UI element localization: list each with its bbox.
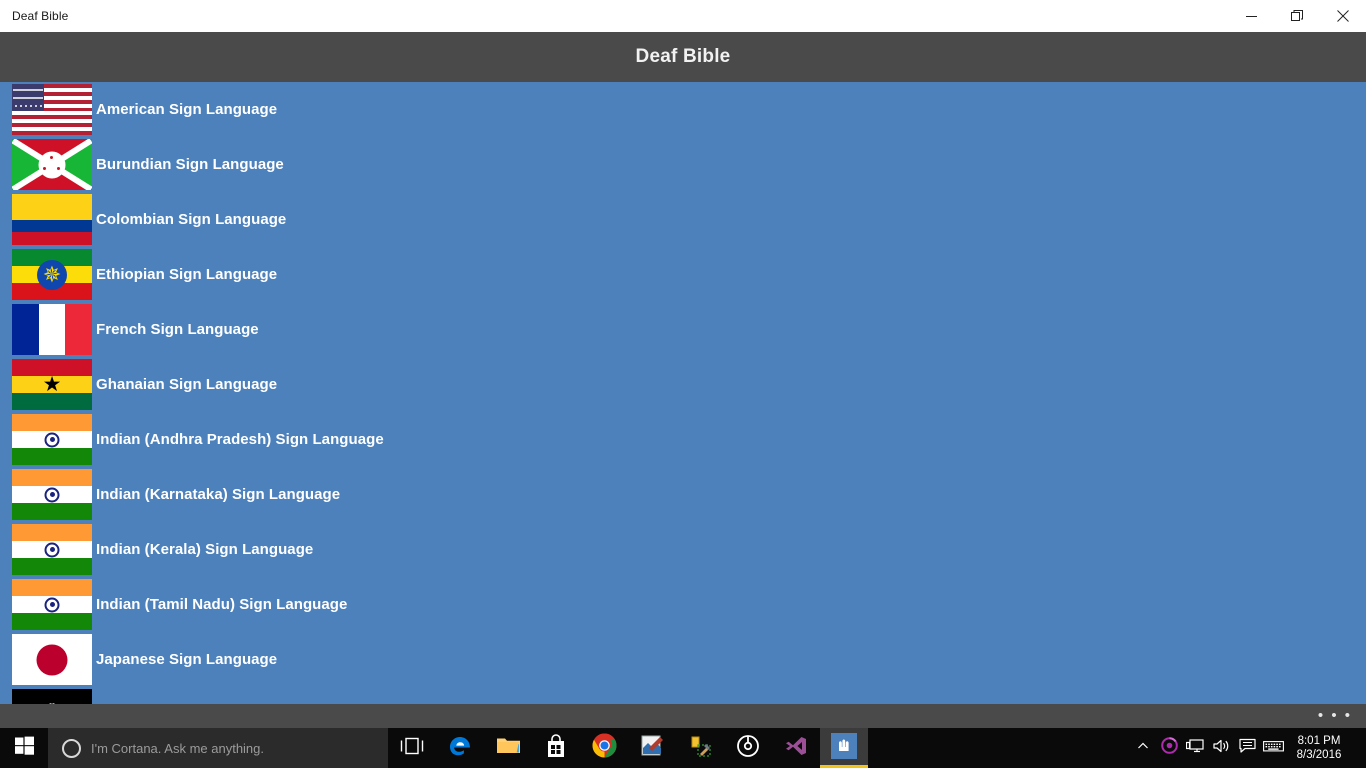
taskbar-icons [388, 728, 868, 768]
maximize-button[interactable] [1274, 0, 1320, 32]
close-icon [1337, 10, 1349, 22]
taskbar-item-deaf-bible-app[interactable] [820, 728, 868, 768]
minimize-button[interactable] [1228, 0, 1274, 32]
list-item-label: Indian (Kerala) Sign Language [96, 541, 314, 558]
flag-united-states-icon [12, 84, 92, 135]
close-button[interactable] [1320, 0, 1366, 32]
list-item[interactable] [0, 687, 1366, 704]
windows-logo-icon [14, 736, 34, 760]
build-tools-icon [688, 734, 712, 763]
folder-icon [496, 735, 521, 761]
windows-taskbar[interactable]: I'm Cortana. Ask me anything. 8:01 PM 8/… [0, 728, 1366, 768]
list-item[interactable]: Colombian Sign Language [0, 192, 1366, 247]
system-tray: 8:01 PM 8/3/2016 [1130, 728, 1366, 768]
paint-icon [640, 734, 664, 763]
flag-burundi-icon [12, 139, 92, 190]
window-title: Deaf Bible [12, 9, 69, 23]
language-list-scroll-area[interactable]: American Sign Language Burundian Sign La… [0, 82, 1366, 704]
flag-ethiopia-icon: ✵ [12, 249, 92, 300]
tray-icon-sync-app[interactable] [1156, 728, 1182, 768]
list-item[interactable]: Burundian Sign Language [0, 137, 1366, 192]
list-item[interactable]: American Sign Language [0, 82, 1366, 137]
flag-india-icon [12, 414, 92, 465]
app-header: Deaf Bible [0, 32, 1366, 82]
chrome-icon [592, 733, 617, 763]
list-item[interactable]: Indian (Andhra Pradesh) Sign Language [0, 412, 1366, 467]
list-item-label: Ghanaian Sign Language [96, 376, 278, 393]
clock-time: 8:01 PM [1297, 735, 1341, 747]
chevron-up-icon [1137, 739, 1149, 757]
cortana-search-box[interactable]: I'm Cortana. Ask me anything. [48, 728, 388, 768]
restore-icon [1291, 10, 1303, 22]
taskbar-item-circle-app[interactable] [724, 728, 772, 768]
cortana-ring-icon [62, 738, 81, 758]
tray-icon-network[interactable] [1182, 728, 1208, 768]
list-item-label: Ethiopian Sign Language [96, 266, 278, 283]
list-item-label: Indian (Karnataka) Sign Language [96, 486, 341, 503]
page-title: Deaf Bible [635, 46, 731, 67]
start-button[interactable] [0, 728, 48, 768]
tray-icon-touch-keyboard[interactable] [1260, 728, 1286, 768]
taskbar-item-paint[interactable] [628, 728, 676, 768]
list-item-label: Burundian Sign Language [96, 156, 284, 173]
tray-icon-volume[interactable] [1208, 728, 1234, 768]
tray-icon-action-center[interactable] [1234, 728, 1260, 768]
visual-studio-icon [784, 734, 808, 763]
flag-colombia-icon [12, 194, 92, 245]
cortana-placeholder: I'm Cortana. Ask me anything. [91, 740, 265, 756]
list-item[interactable]: Indian (Kerala) Sign Language [0, 522, 1366, 577]
taskbar-clock[interactable]: 8:01 PM 8/3/2016 [1286, 734, 1356, 762]
flag-india-icon [12, 469, 92, 520]
list-item-label: Colombian Sign Language [96, 211, 287, 228]
keyboard-icon [1262, 739, 1284, 758]
show-desktop-button[interactable] [1356, 728, 1362, 768]
show-hidden-icons-button[interactable] [1130, 728, 1156, 768]
list-item-label: Japanese Sign Language [96, 651, 278, 668]
clock-date: 8/3/2016 [1296, 749, 1342, 761]
minimize-icon [1245, 11, 1257, 22]
flag-india-icon [12, 579, 92, 630]
list-item-label: Indian (Andhra Pradesh) Sign Language [96, 431, 384, 448]
list-item[interactable]: Japanese Sign Language [0, 632, 1366, 687]
sync-circle-icon [1160, 737, 1178, 759]
window-title-bar[interactable]: Deaf Bible [0, 0, 1366, 32]
list-item-label: French Sign Language [96, 321, 259, 338]
task-view-icon [400, 737, 424, 760]
list-item[interactable]: Indian (Karnataka) Sign Language [0, 467, 1366, 522]
volume-icon [1212, 738, 1230, 759]
taskbar-item-google-chrome[interactable] [580, 728, 628, 768]
list-item[interactable]: Indian (Tamil Nadu) Sign Language [0, 577, 1366, 632]
flag-japan-icon [12, 634, 92, 685]
list-item[interactable]: French Sign Language [0, 302, 1366, 357]
taskbar-item-microsoft-edge[interactable] [436, 728, 484, 768]
flag-france-icon [12, 304, 92, 355]
app-command-bar[interactable]: • • • [0, 704, 1366, 728]
list-item-label: Indian (Tamil Nadu) Sign Language [96, 596, 348, 613]
store-bag-icon [545, 733, 567, 763]
list-item[interactable]: ★ Ghanaian Sign Language [0, 357, 1366, 412]
taskbar-item-task-view[interactable] [388, 728, 436, 768]
action-center-icon [1238, 738, 1256, 759]
deaf-bible-app-icon [831, 732, 857, 764]
taskbar-item-file-explorer[interactable] [484, 728, 532, 768]
taskbar-item-microsoft-store[interactable] [532, 728, 580, 768]
taskbar-item-build-tools[interactable] [676, 728, 724, 768]
flag-india-icon [12, 524, 92, 575]
edge-icon [447, 733, 473, 764]
list-item-label: American Sign Language [96, 101, 278, 118]
circle-swirl-icon [736, 734, 760, 763]
taskbar-item-visual-studio[interactable] [772, 728, 820, 768]
flag-kenya-icon [12, 689, 92, 704]
network-monitor-icon [1185, 738, 1204, 759]
flag-ghana-icon: ★ [12, 359, 92, 410]
more-options-button[interactable]: • • • [1318, 708, 1366, 723]
list-item[interactable]: ✵ Ethiopian Sign Language [0, 247, 1366, 302]
language-list: American Sign Language Burundian Sign La… [0, 82, 1366, 704]
